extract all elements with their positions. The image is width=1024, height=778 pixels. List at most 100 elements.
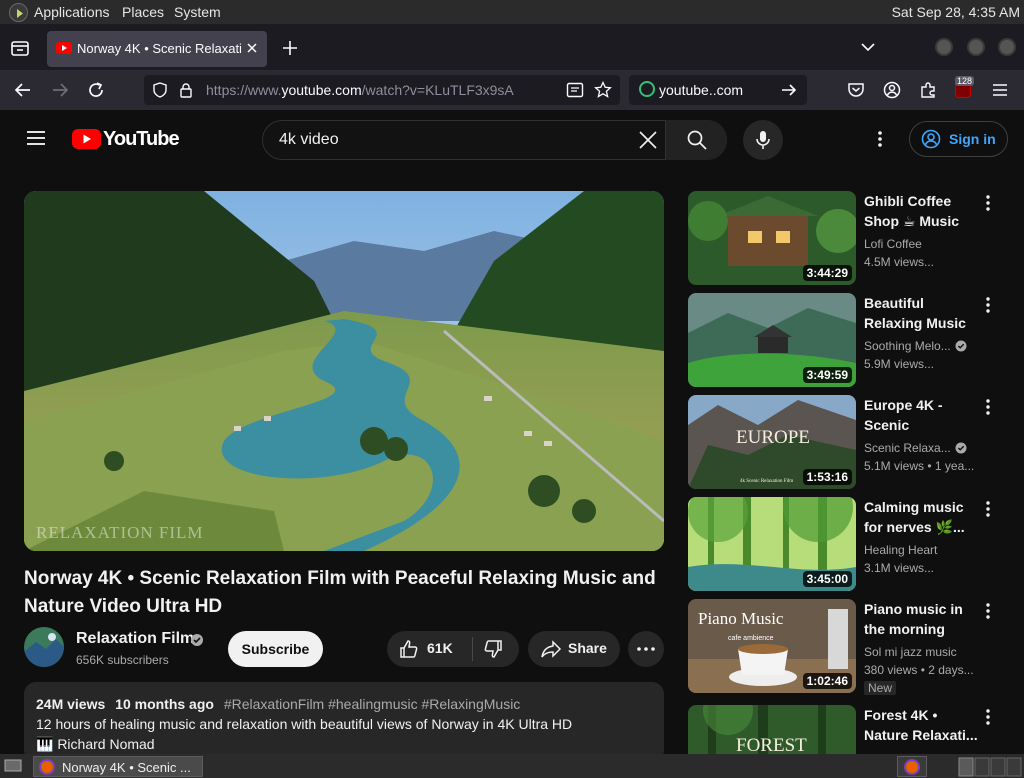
padlock-icon[interactable] bbox=[179, 82, 193, 98]
recommendation-channel[interactable]: Lofi Coffee bbox=[864, 235, 982, 253]
recommendation-thumbnail[interactable]: 3:45:00 bbox=[688, 497, 856, 591]
recommendation-title[interactable]: Europe 4K - Scenic Relaxati... bbox=[864, 395, 978, 435]
recommendation-more-icon[interactable] bbox=[980, 499, 996, 519]
browser-tab-active[interactable]: Norway 4K • Scenic Relaxati bbox=[47, 31, 267, 67]
settings-kebab-icon[interactable] bbox=[875, 129, 885, 149]
video-duration: 3:44:29 bbox=[802, 265, 852, 281]
upload-age: 10 months ago bbox=[115, 696, 214, 712]
reader-view-icon[interactable] bbox=[566, 82, 584, 98]
search-engine-icon[interactable] bbox=[639, 81, 655, 97]
recommendation-more-icon[interactable] bbox=[980, 707, 996, 727]
extensions-puzzle-icon[interactable] bbox=[919, 81, 937, 99]
window-maximize-button[interactable] bbox=[967, 38, 985, 56]
like-button[interactable]: 61K bbox=[387, 631, 471, 667]
hashtags[interactable]: #RelaxationFilm #healingmusic #RelaxingM… bbox=[224, 696, 520, 712]
recommendation-more-icon[interactable] bbox=[980, 193, 996, 213]
web-search-bar[interactable]: youtube..com bbox=[629, 75, 807, 105]
sign-in-button[interactable]: Sign in bbox=[909, 121, 1008, 157]
recommendation-channel[interactable]: Soothing Melo... bbox=[864, 337, 960, 355]
video-duration: 1:53:16 bbox=[802, 469, 852, 485]
recommendation-channel[interactable]: Scenic Relaxa... bbox=[864, 439, 960, 457]
youtube-logo[interactable]: YouTube bbox=[72, 127, 180, 150]
channel-avatar[interactable] bbox=[24, 627, 64, 667]
channel-name[interactable]: Relaxation Film bbox=[76, 630, 194, 648]
recommendation-meta: 5.9M views... bbox=[864, 357, 935, 371]
forward-arrow-icon[interactable] bbox=[51, 81, 69, 99]
norway-valley-thumbnail bbox=[24, 191, 664, 551]
pocket-icon[interactable] bbox=[847, 81, 865, 99]
extension-badge: 128 bbox=[955, 76, 975, 86]
hamburger-menu-icon[interactable] bbox=[991, 82, 1009, 98]
recommendation-meta: 380 views • 2 days... bbox=[864, 663, 974, 677]
search-go-arrow-icon[interactable] bbox=[781, 82, 797, 98]
channel-watermark: RELAXATION FILM bbox=[36, 523, 204, 542]
tray-firefox-icon[interactable] bbox=[897, 756, 927, 777]
url-text[interactable]: https://www.youtube.com/watch?v=KLuTLF3x… bbox=[206, 82, 514, 98]
description-line-2: 🎹 Richard Nomad bbox=[36, 736, 155, 752]
recommendation-title[interactable]: Piano music in the morning for... bbox=[864, 599, 978, 639]
system-top-panel: Applications Places System Sat Sep 28, 4… bbox=[0, 0, 1024, 24]
workspace-switcher[interactable] bbox=[958, 757, 1022, 777]
url-bar[interactable]: https://www.youtube.com/watch?v=KLuTLF3x… bbox=[144, 75, 620, 105]
tab-overview-icon[interactable] bbox=[10, 38, 30, 58]
window-minimize-button[interactable] bbox=[935, 38, 953, 56]
recommendation-more-icon[interactable] bbox=[980, 295, 996, 315]
more-actions-button[interactable] bbox=[628, 631, 664, 667]
places-menu[interactable]: Places bbox=[122, 4, 164, 20]
list-all-tabs-chevron-icon[interactable] bbox=[860, 40, 876, 54]
recommendation-channel[interactable]: Sol mi jazz music bbox=[864, 643, 982, 661]
sign-in-label: Sign in bbox=[949, 131, 996, 147]
new-tab-plus-icon[interactable] bbox=[281, 39, 299, 57]
taskbar-window-title: Norway 4K • Scenic ... bbox=[62, 760, 191, 775]
taskbar-window-firefox[interactable]: Norway 4K • Scenic ... bbox=[33, 756, 203, 777]
show-desktop-icon[interactable] bbox=[4, 759, 22, 773]
system-menu[interactable]: System bbox=[174, 4, 221, 20]
search-icon bbox=[686, 129, 708, 151]
tab-close-icon[interactable] bbox=[245, 41, 259, 55]
share-arrow-icon bbox=[540, 639, 562, 659]
window-close-button[interactable] bbox=[998, 38, 1016, 56]
recommendation-title[interactable]: Beautiful Relaxing Music ... bbox=[864, 293, 978, 333]
youtube-search-box[interactable]: 4k video bbox=[262, 120, 727, 160]
recommendation-thumbnail[interactable]: 3:49:59 bbox=[688, 293, 856, 387]
verified-check-icon bbox=[955, 340, 967, 352]
thumbnail-title-text: Piano Music bbox=[698, 609, 784, 628]
description-box[interactable]: 24M views 10 months ago #RelaxationFilm … bbox=[24, 682, 664, 762]
clock[interactable]: Sat Sep 28, 4:35 AM bbox=[892, 4, 1020, 20]
gnome-foot-icon[interactable] bbox=[9, 3, 28, 22]
recommendation-title[interactable]: Forest 4K • Nature Relaxati... bbox=[864, 705, 978, 745]
subscribe-button[interactable]: Subscribe bbox=[228, 631, 323, 667]
bookmark-star-icon[interactable] bbox=[594, 81, 612, 99]
recommendation-more-icon[interactable] bbox=[980, 601, 996, 621]
recommendation-title[interactable]: Ghibli Coffee Shop ☕ Music t... bbox=[864, 191, 978, 231]
recommendation-title[interactable]: Calming music for nerves 🌿... bbox=[864, 497, 978, 537]
recommendation-thumbnail[interactable]: FOREST bbox=[688, 705, 856, 754]
recommendation-thumbnail[interactable]: 3:44:29 bbox=[688, 191, 856, 285]
video-player[interactable]: RELAXATION FILM bbox=[24, 191, 664, 551]
thumbs-down-icon bbox=[483, 639, 503, 659]
tracking-protection-shield-icon[interactable] bbox=[152, 82, 168, 98]
clear-search-icon[interactable] bbox=[638, 130, 658, 150]
recommendation-channel[interactable]: Healing Heart bbox=[864, 541, 982, 559]
youtube-logo-text: YouTube bbox=[103, 127, 180, 150]
applications-menu[interactable]: Applications bbox=[34, 4, 110, 20]
recommendation-thumbnail[interactable]: Piano Music cafe ambience 1:02:46 bbox=[688, 599, 856, 693]
account-icon[interactable] bbox=[883, 81, 901, 99]
subscriber-count: 656K subscribers bbox=[76, 653, 169, 667]
video-title: Norway 4K • Scenic Relaxation Film with … bbox=[24, 568, 656, 617]
thumbnail-title-text: EUROPE bbox=[736, 427, 810, 448]
dislike-button[interactable] bbox=[473, 631, 519, 667]
recommendation-thumbnail[interactable]: EUROPE 4k Scenic Relaxation Film 1:53:16 bbox=[688, 395, 856, 489]
user-circle-icon bbox=[921, 129, 941, 149]
reload-icon[interactable] bbox=[87, 81, 105, 99]
guide-menu-icon[interactable] bbox=[26, 129, 46, 147]
recommendation-more-icon[interactable] bbox=[980, 397, 996, 417]
share-button[interactable]: Share bbox=[528, 631, 620, 667]
youtube-search-input[interactable]: 4k video bbox=[279, 131, 339, 149]
back-arrow-icon[interactable] bbox=[14, 81, 32, 99]
microphone-icon bbox=[755, 130, 771, 150]
view-count: 24M views bbox=[36, 696, 106, 712]
voice-search-button[interactable] bbox=[743, 120, 783, 160]
youtube-search-button[interactable] bbox=[665, 120, 727, 160]
like-count: 61K bbox=[427, 640, 453, 656]
